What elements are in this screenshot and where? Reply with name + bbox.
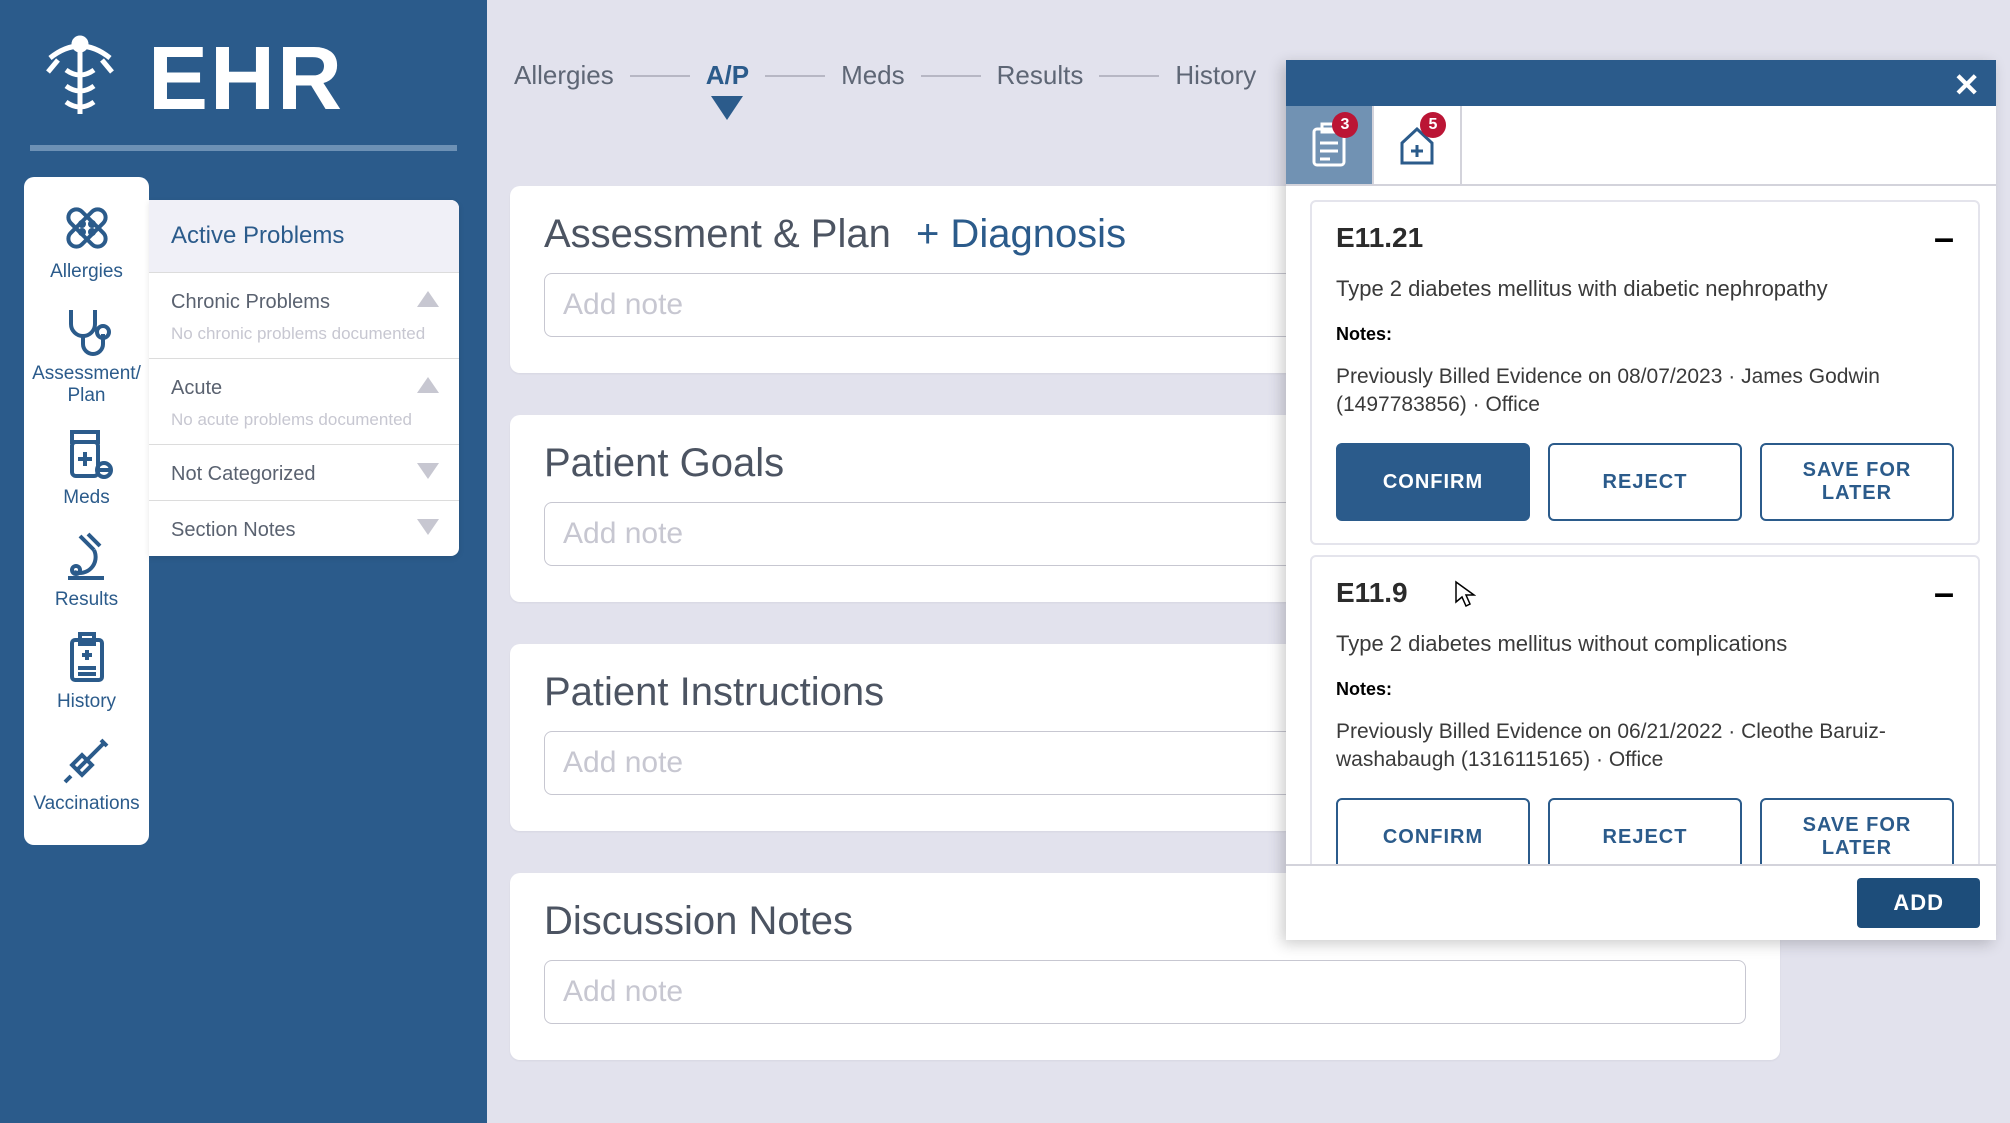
nav-label: Assessment/ Plan: [32, 363, 141, 407]
confirm-button[interactable]: CONFIRM: [1336, 443, 1530, 521]
subpanel-label: Section Notes: [171, 519, 437, 542]
nav-label: Allergies: [50, 261, 123, 283]
nav-label: Results: [54, 589, 120, 611]
diagnosis-header: E11.21 –: [1336, 222, 1954, 254]
nav-label: History: [54, 691, 120, 713]
pill-bottle-icon: [54, 425, 120, 483]
tab-ap[interactable]: A/P: [702, 60, 753, 91]
subpanel-label: Not Categorized: [171, 463, 437, 486]
add-diagnosis-link[interactable]: + Diagnosis: [916, 212, 1126, 256]
panel-footer: ADD: [1286, 864, 1996, 940]
diagnosis-notes: Previously Billed Evidence on 06/21/2022…: [1336, 718, 1954, 774]
stethoscope-icon: [53, 301, 119, 359]
collapse-icon[interactable]: –: [1934, 228, 1954, 248]
subpanel-active-problems[interactable]: Active Problems: [149, 200, 459, 273]
active-tab-arrow-icon: [711, 96, 743, 120]
subpanel-empty-text: No acute problems documented: [171, 410, 437, 430]
logo-underline: [30, 145, 457, 151]
close-icon[interactable]: ✕: [1953, 66, 1980, 104]
problems-subpanel: Active Problems Chronic Problems No chro…: [149, 200, 459, 556]
subpanel-acute[interactable]: Acute No acute problems documented: [149, 359, 459, 445]
triangle-down-icon: [417, 519, 439, 535]
subpanel-label: Active Problems: [171, 222, 344, 249]
subpanel-chronic[interactable]: Chronic Problems No chronic problems doc…: [149, 273, 459, 359]
panel-tab-clipboard[interactable]: 3: [1286, 106, 1374, 184]
badge-count: 3: [1332, 112, 1358, 138]
nav-column: Allergies Assessment/ Plan: [24, 177, 149, 845]
nav-assessment-plan[interactable]: Assessment/ Plan: [32, 301, 141, 407]
microscope-icon: [54, 527, 120, 585]
nav-label: Vaccinations: [33, 793, 139, 815]
diagnosis-panel: ✕ 3 5 E11.21 – Type 2 diabetes mellitus …: [1286, 60, 1996, 940]
reject-button[interactable]: REJECT: [1548, 443, 1742, 521]
triangle-up-icon: [417, 291, 439, 307]
subpanel-label: Chronic Problems: [171, 291, 437, 314]
bandage-icon: [54, 199, 120, 257]
app-logo: EHR: [0, 0, 487, 141]
nav-vaccinations[interactable]: Vaccinations: [33, 731, 139, 815]
reject-button[interactable]: REJECT: [1548, 798, 1742, 864]
syringe-icon: [53, 731, 119, 789]
nav-allergies[interactable]: Allergies: [50, 199, 123, 283]
panel-header: ✕: [1286, 60, 1996, 106]
add-button[interactable]: ADD: [1857, 878, 1980, 928]
triangle-down-icon: [417, 463, 439, 479]
notes-header: Notes:: [1336, 324, 1954, 345]
card-title-text: Assessment & Plan: [544, 212, 891, 256]
nav-results[interactable]: Results: [54, 527, 120, 611]
diagnosis-actions: CONFIRM REJECT SAVE FOR LATER: [1336, 798, 1954, 864]
notes-header: Notes:: [1336, 679, 1954, 700]
nav-meds[interactable]: Meds: [54, 425, 120, 509]
tab-separator: [1099, 75, 1159, 77]
subpanel-section-notes[interactable]: Section Notes: [149, 501, 459, 556]
tab-meds[interactable]: Meds: [837, 60, 909, 91]
diagnosis-code: E11.21: [1336, 222, 1423, 254]
badge-count: 5: [1420, 112, 1446, 138]
diagnosis-card: E11.21 – Type 2 diabetes mellitus with d…: [1310, 200, 1980, 545]
collapse-icon[interactable]: –: [1934, 583, 1954, 603]
sidebar: EHR Allergies Assessm: [0, 0, 487, 1123]
tab-results[interactable]: Results: [993, 60, 1088, 91]
diagnosis-notes: Previously Billed Evidence on 08/07/2023…: [1336, 363, 1954, 419]
save-later-button[interactable]: SAVE FOR LATER: [1760, 443, 1954, 521]
panel-body[interactable]: E11.21 – Type 2 diabetes mellitus with d…: [1286, 186, 1996, 864]
top-tabs: Allergies A/P Meds Results History: [510, 60, 1260, 91]
tab-separator: [630, 75, 690, 77]
tab-separator: [765, 75, 825, 77]
discussion-note-input[interactable]: [544, 960, 1746, 1024]
caduceus-icon: [30, 30, 130, 130]
app-logo-text: EHR: [148, 28, 344, 131]
subpanel-label: Acute: [171, 377, 437, 400]
clipboard-icon: [54, 629, 120, 687]
tab-label: A/P: [706, 60, 749, 90]
diagnosis-code: E11.9: [1336, 577, 1408, 609]
subpanel-not-categorized[interactable]: Not Categorized: [149, 445, 459, 501]
diagnosis-header: E11.9 –: [1336, 577, 1954, 609]
diagnosis-card: E11.9 – Type 2 diabetes mellitus without…: [1310, 555, 1980, 864]
triangle-up-icon: [417, 377, 439, 393]
tab-allergies[interactable]: Allergies: [510, 60, 618, 91]
panel-tabs: 3 5: [1286, 106, 1996, 186]
save-later-button[interactable]: SAVE FOR LATER: [1760, 798, 1954, 864]
tab-separator: [921, 75, 981, 77]
tab-history[interactable]: History: [1171, 60, 1260, 91]
diagnosis-description: Type 2 diabetes mellitus with diabetic n…: [1336, 276, 1954, 302]
panel-tab-home[interactable]: 5: [1374, 106, 1462, 184]
nav-history[interactable]: History: [54, 629, 120, 713]
confirm-button[interactable]: CONFIRM: [1336, 798, 1530, 864]
subpanel-empty-text: No chronic problems documented: [171, 324, 437, 344]
diagnosis-actions: CONFIRM REJECT SAVE FOR LATER: [1336, 443, 1954, 521]
nav-label: Meds: [54, 487, 120, 509]
diagnosis-description: Type 2 diabetes mellitus without complic…: [1336, 631, 1954, 657]
